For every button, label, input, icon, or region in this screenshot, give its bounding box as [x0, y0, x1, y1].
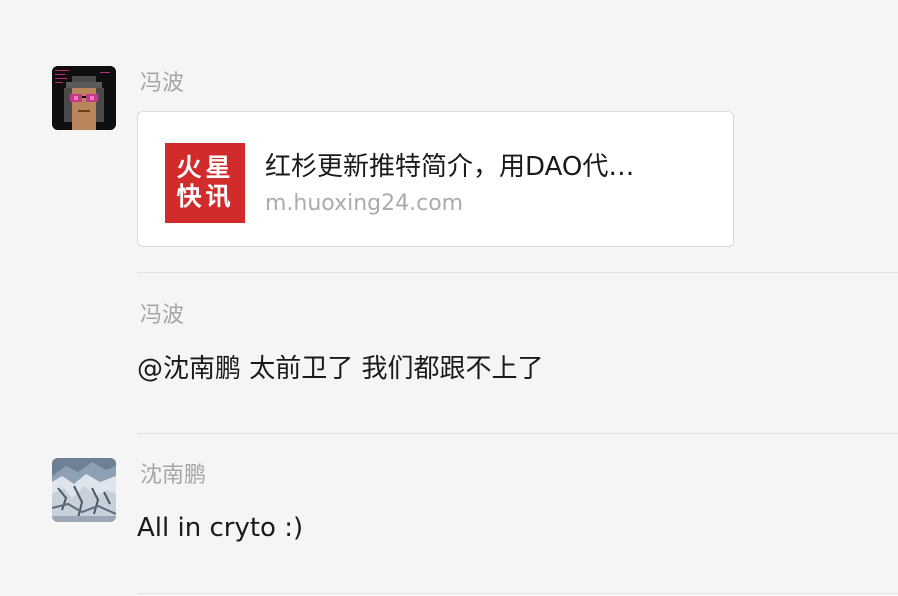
link-title[interactable]: 红杉更新推特简介，用DAO代… [265, 150, 634, 184]
sender-name: 沈南鹏 [140, 463, 207, 488]
sender-name: 冯波 [140, 303, 185, 328]
sender-name: 冯波 [140, 71, 185, 96]
message-text: All in cryto :) [137, 513, 304, 543]
snow-mountain-avatar-image [52, 458, 116, 522]
avatar[interactable] [52, 458, 116, 522]
message-divider [137, 272, 898, 273]
message-divider [137, 433, 898, 434]
message-text: @沈南鹏 太前卫了 我们都跟不上了 [137, 354, 544, 384]
logo-char: 星 [205, 153, 231, 182]
pixel-punk-avatar-image [52, 66, 116, 130]
link-url[interactable]: m.huoxing24.com [265, 190, 463, 218]
logo-char: 快 [176, 182, 202, 211]
message-divider [137, 593, 898, 594]
avatar[interactable] [52, 66, 116, 130]
link-preview-card[interactable]: 火 星 快 讯 红杉更新推特简介，用DAO代… m.huoxing24.com [137, 111, 734, 247]
logo-char: 讯 [205, 182, 231, 211]
logo-char: 火 [176, 153, 202, 182]
chat-message-list: 冯波 火 星 快 讯 红杉更新推特简介，用DAO代… m.huoxing24.c… [0, 0, 898, 596]
site-logo: 火 星 快 讯 [165, 143, 245, 223]
